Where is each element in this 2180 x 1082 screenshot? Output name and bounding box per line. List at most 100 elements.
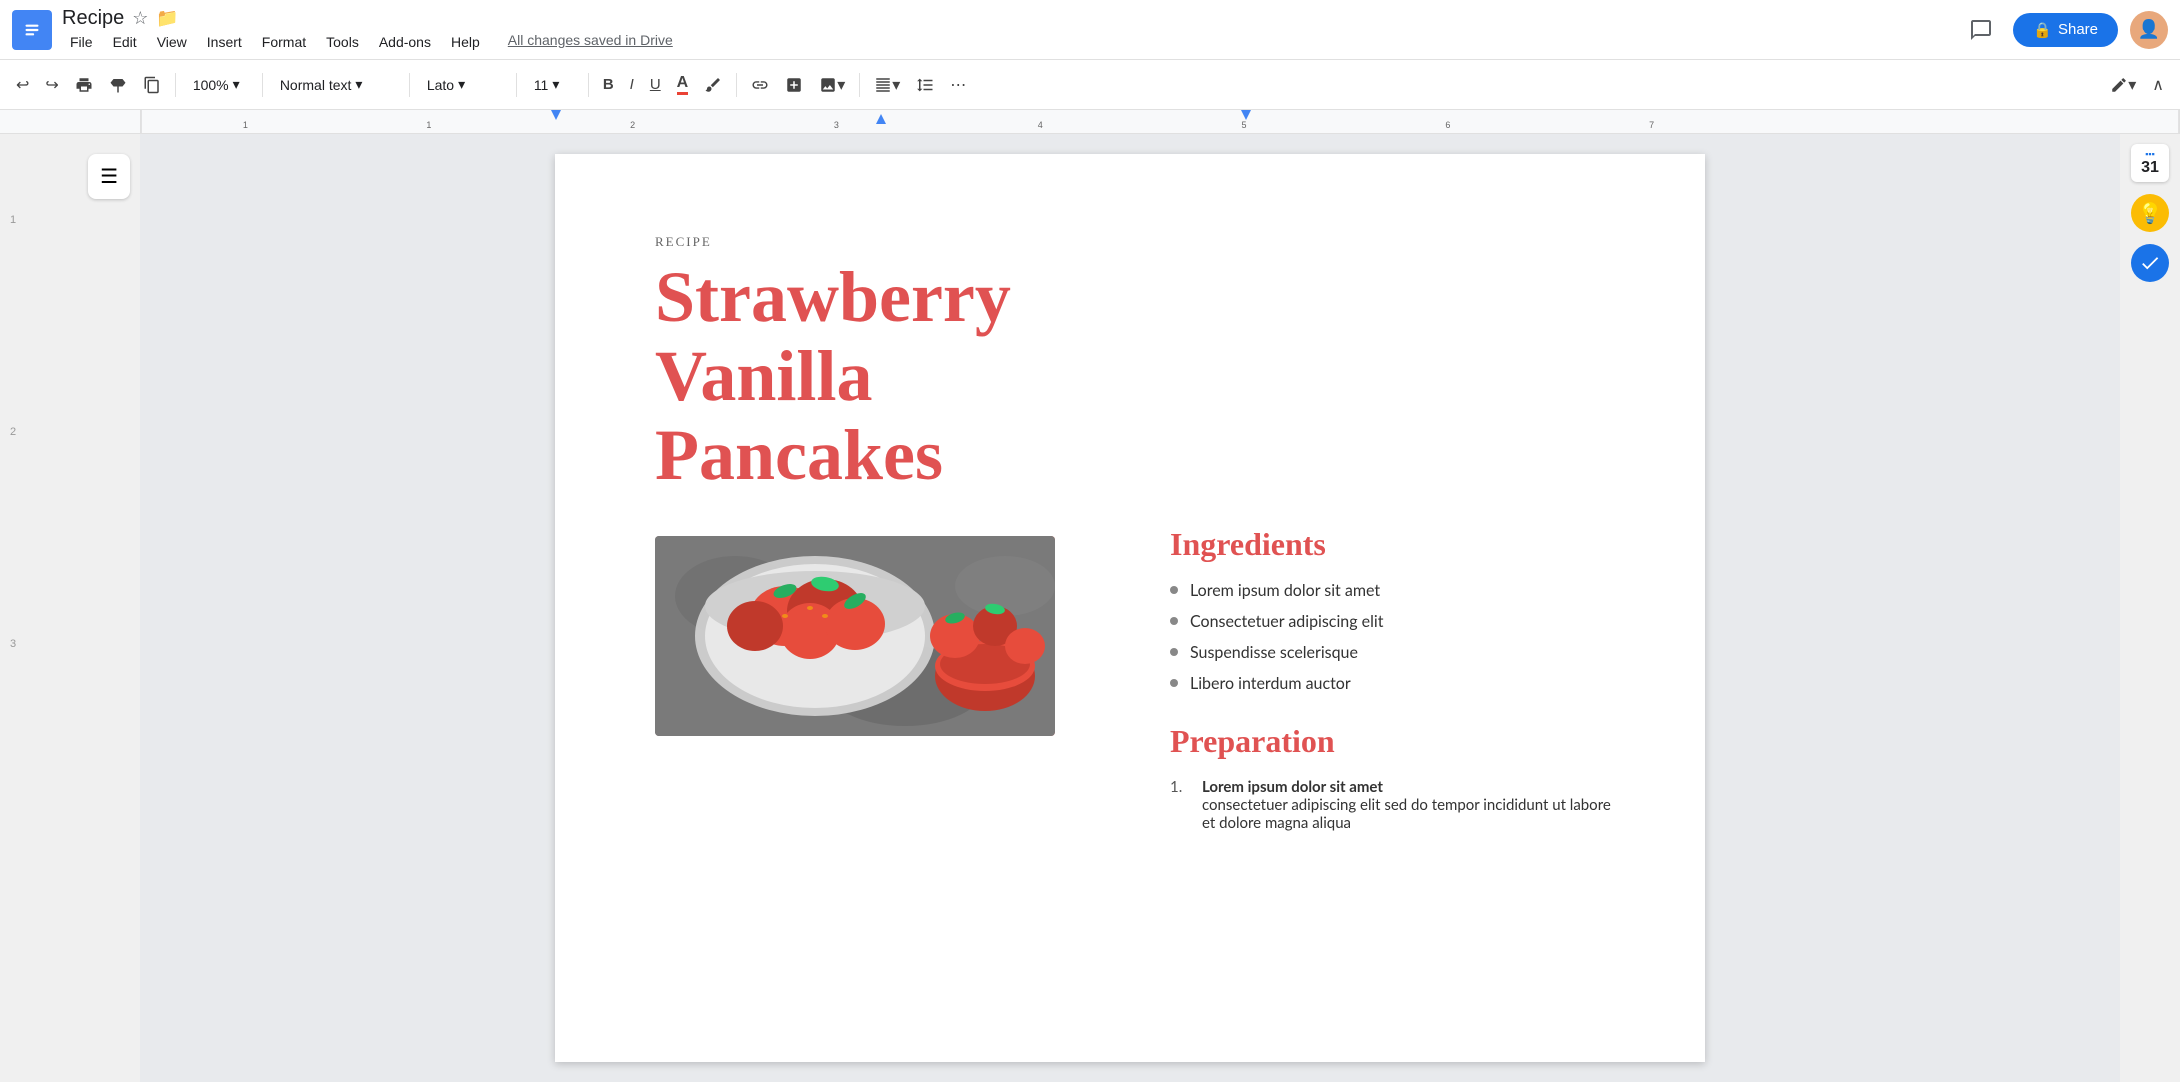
align-button[interactable]: ▾ [868,71,906,99]
menu-help[interactable]: Help [443,32,488,52]
menu-format[interactable]: Format [254,32,314,52]
redo-button[interactable]: ↪ [39,71,64,99]
line-spacing-button[interactable] [910,72,940,98]
svg-text:1: 1 [426,120,431,130]
separator-1 [175,73,176,97]
title-line1: Strawberry [655,257,1011,337]
top-bar: Recipe ☆ 📁 File Edit View Insert Format … [0,0,2180,60]
bullet-dot [1170,648,1178,656]
zoom-dropdown[interactable]: 100% ▾ [184,71,254,98]
strawberry-image [655,536,1055,736]
doc-title-area: Recipe ☆ 📁 File Edit View Insert Format … [62,7,1951,52]
italic-button[interactable]: I [624,72,640,97]
ruler-main: 11 23 45 67 [140,110,2180,134]
comment-button[interactable] [1961,10,2001,50]
svg-text:7: 7 [1649,120,1654,130]
prep-list: 1. Lorem ipsum dolor sit amet consectetu… [1170,778,1625,832]
doc-page: RECIPE Strawberry Vanilla Pancakes [555,154,1705,1062]
separator-6 [736,73,737,97]
lightbulb-icon: 💡 [2138,201,2163,226]
separator-7 [859,73,860,97]
doc-area[interactable]: RECIPE Strawberry Vanilla Pancakes [140,134,2120,1082]
ingredient-text: Suspendisse scelerisque [1190,643,1358,662]
style-chevron: ▾ [355,76,362,93]
share-label: Share [2058,21,2098,38]
svg-text:4: 4 [1038,120,1043,130]
lightbulb-button[interactable]: 💡 [2131,194,2169,232]
left-sidebar: ☰ 1 2 3 [0,134,140,1082]
size-chevron: ▾ [552,76,559,93]
ingredient-item: Consectetuer adipiscing elit [1170,612,1625,631]
outline-icon: ☰ [100,166,118,188]
bullet-dot [1170,586,1178,594]
doc-right: Ingredients Lorem ipsum dolor sit amet C… [1170,526,1625,840]
insert-special-button[interactable] [779,72,809,98]
zoom-chevron: ▾ [233,76,240,93]
undo-button[interactable]: ↩ [10,71,35,99]
doc-title[interactable]: Recipe [62,7,124,30]
insert-image-button[interactable]: ▾ [813,71,851,99]
underline-button[interactable]: U [644,72,667,97]
menu-addons[interactable]: Add-ons [371,32,439,52]
bold-button[interactable]: B [597,72,620,97]
highlight-button[interactable] [698,72,728,98]
separator-2 [262,73,263,97]
menu-file[interactable]: File [62,32,101,52]
check-button[interactable] [2131,244,2169,282]
font-dropdown[interactable]: Lato ▾ [418,71,508,98]
ingredient-item: Libero interdum auctor [1170,674,1625,693]
preparation-heading: Preparation [1170,723,1625,760]
cal-top: ▪▪▪ [2145,149,2155,159]
menu-insert[interactable]: Insert [199,32,250,52]
share-button[interactable]: 🔒 Share [2013,13,2118,47]
calendar-button[interactable]: ▪▪▪ 31 [2131,144,2169,182]
ingredient-item: Lorem ipsum dolor sit amet [1170,581,1625,600]
folder-icon[interactable]: 📁 [156,8,178,29]
star-icon[interactable]: ☆ [132,8,148,29]
edit-chevron: ▾ [2128,75,2136,95]
svg-text:2: 2 [630,120,635,130]
zoom-value: 100% [193,77,229,93]
top-bar-right: 🔒 Share 👤 [1961,10,2168,50]
app-icon [12,10,52,50]
margin-num-2: 2 [10,426,16,438]
insert-image-chevron: ▾ [837,75,845,95]
size-value: 11 [534,77,549,93]
margin-num-1: 1 [10,214,16,226]
prep-num: 1. [1170,778,1190,832]
font-chevron: ▾ [458,76,465,93]
svg-text:3: 3 [834,120,839,130]
title-line3: Pancakes [655,415,943,495]
doc-left [655,526,1110,840]
font-color-button[interactable]: A [671,70,695,99]
menu-view[interactable]: View [149,32,195,52]
ingredient-text: Consectetuer adipiscing elit [1190,612,1383,631]
paint-format-button[interactable] [103,72,133,98]
bullet-dot [1170,617,1178,625]
saved-status: All changes saved in Drive [508,32,673,52]
prep-bold-text: Lorem ipsum dolor sit amet [1202,778,1625,796]
bullet-dot [1170,679,1178,687]
prep-item: 1. Lorem ipsum dolor sit amet consectetu… [1170,778,1625,832]
more-options-button[interactable]: ⋯ [944,71,972,99]
menu-edit[interactable]: Edit [105,32,145,52]
style-dropdown[interactable]: Normal text ▾ [271,71,401,98]
svg-text:6: 6 [1445,120,1450,130]
prep-content: Lorem ipsum dolor sit amet consectetuer … [1202,778,1625,832]
ruler: 11 23 45 67 [0,110,2180,134]
edit-pen-button[interactable]: ▾ [2104,71,2142,99]
outline-button[interactable]: ☰ [88,154,130,199]
print-button[interactable] [69,72,99,98]
separator-3 [409,73,410,97]
size-dropdown[interactable]: 11 ▾ [525,71,580,98]
right-sidebar: ▪▪▪ 31 💡 [2120,134,2180,1082]
link-button[interactable] [745,72,775,98]
ingredient-text: Lorem ipsum dolor sit amet [1190,581,1380,600]
user-avatar[interactable]: 👤 [2130,11,2168,49]
clone-format-button[interactable] [137,72,167,98]
title-line2: Vanilla [655,336,872,416]
menu-tools[interactable]: Tools [318,32,367,52]
style-value: Normal text [280,77,352,93]
ingredient-list: Lorem ipsum dolor sit amet Consectetuer … [1170,581,1625,693]
collapse-button[interactable]: ∧ [2146,71,2170,99]
